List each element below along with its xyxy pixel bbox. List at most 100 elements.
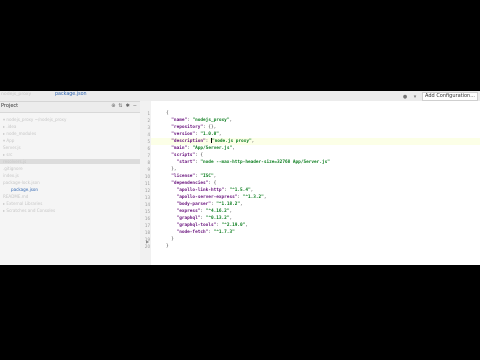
code-token: },: [166, 167, 177, 172]
line-number: 13: [144, 195, 150, 200]
code-line[interactable]: "dependencies": {: [166, 180, 216, 187]
breadcrumb-file[interactable]: package.json: [55, 92, 87, 97]
code-line[interactable]: "apollo-server-express": "^1.3.2",: [166, 194, 267, 201]
tree-item[interactable]: package-lock.json: [0, 180, 143, 185]
code-line[interactable]: "express": "^4.16.2",: [166, 208, 233, 215]
code-token: "^1.3.2": [242, 195, 264, 200]
code-line[interactable]: }: [166, 243, 169, 250]
tree-item[interactable]: ▸ src: [0, 152, 143, 157]
line-number: 4: [147, 132, 150, 137]
code-line[interactable]: "body-parser": "^1.18.2",: [166, 201, 243, 208]
line-number: 5: [147, 139, 150, 144]
tree-item[interactable]: ▸ .idea: [0, 124, 143, 129]
tree-item[interactable]: index.js: [0, 173, 143, 178]
code-token: ,: [229, 118, 233, 123]
code-token: "start": [166, 160, 196, 165]
code-token: ,: [213, 174, 217, 179]
code-token: ,: [229, 216, 233, 221]
code-token: "graphql-tools": [166, 223, 217, 228]
code-token: ,: [218, 132, 222, 137]
code-line[interactable]: "repository": {},: [166, 124, 216, 131]
code-token: "^1.18.2": [216, 202, 241, 207]
code-line[interactable]: "apollo-link-http": "^1.5.4",: [166, 187, 254, 194]
project-view-dropdown[interactable]: Project: [1, 103, 18, 109]
line-number: 10: [144, 174, 150, 179]
tree-item[interactable]: ▾ App: [0, 138, 143, 143]
code-token: "description": [166, 139, 206, 144]
code-line[interactable]: "graphql": "^0.13.2",: [166, 215, 233, 222]
code-line[interactable]: {: [166, 110, 169, 117]
tree-item[interactable]: ▸ node_modules: [0, 131, 143, 136]
code-token: "node.js proxy": [211, 139, 252, 144]
code-token: "repository": [166, 125, 204, 130]
code-token: "nodejs_proxy": [192, 118, 230, 123]
code-token: "body-parser": [166, 202, 211, 207]
code-token: ,: [245, 223, 248, 228]
code-token: "graphql": [166, 216, 201, 221]
line-number: 20: [144, 244, 150, 249]
collapse-icon[interactable]: ⇅: [118, 103, 122, 109]
tree-item[interactable]: ▾ nodejs_proxy ~/nodejs_proxy: [0, 117, 143, 122]
code-token: "App/Server.js": [192, 146, 233, 151]
breadcrumb-project[interactable]: nodejs_proxy: [1, 92, 31, 97]
code-token: "scripts": [166, 153, 196, 158]
top-right-tools: ● ▾ Add Configuration...: [402, 92, 478, 101]
line-number: 3: [147, 125, 150, 130]
code-token: "version": [166, 132, 196, 137]
code-token: "node-fetch": [166, 230, 209, 235]
code-token: }: [166, 244, 169, 249]
code-token: : {: [208, 181, 217, 186]
code-line[interactable]: "start": "node --max-http-header-size=32…: [166, 159, 330, 166]
tree-item[interactable]: Server.js: [0, 145, 143, 150]
line-number: 6: [147, 146, 150, 151]
dropdown-icon[interactable]: ▾: [412, 94, 418, 100]
line-number: 2: [147, 118, 150, 123]
add-configuration-button[interactable]: Add Configuration...: [422, 92, 478, 101]
tree-item-package-json[interactable]: package.json: [0, 187, 151, 192]
code-token: "^4.16.2": [205, 209, 230, 214]
code-token: ,: [240, 202, 243, 207]
project-tree: ▾ nodejs_proxy ~/nodejs_proxy ▸ .idea ▸ no…: [0, 113, 143, 265]
code-line[interactable]: "main": "App/Server.js",: [166, 145, 234, 152]
code-line[interactable]: "license": "ISC",: [166, 173, 216, 180]
line-number: 7: [147, 153, 150, 158]
code-token: ,: [263, 195, 267, 200]
tree-item[interactable]: README.md: [0, 194, 143, 199]
code-token: "apollo-server-express": [166, 195, 238, 200]
code-token: : {: [195, 153, 204, 158]
code-token: "^0.13.2": [205, 216, 230, 221]
locate-icon[interactable]: ⊕: [111, 103, 115, 109]
code-line[interactable]: }: [166, 236, 174, 243]
code-token: ,: [250, 188, 254, 193]
line-number: 1: [147, 111, 150, 116]
code-token: "main": [166, 146, 188, 151]
code-line[interactable]: "version": "1.0.0",: [166, 131, 222, 138]
user-icon[interactable]: ●: [402, 94, 408, 100]
code-token: "apollo-link-http": [166, 188, 225, 193]
code-line[interactable]: "graphql-tools": "^2.19.0",: [166, 222, 248, 229]
code-token: "license": [166, 174, 196, 179]
code-line[interactable]: "description": "node.js proxy",: [166, 138, 254, 145]
line-number: 15: [144, 209, 150, 214]
tree-item[interactable]: resolvers.js: [0, 159, 143, 164]
line-number: 18: [144, 230, 150, 235]
code-token: "^1.5.4": [229, 188, 251, 193]
code-line[interactable]: "node-fetch": "^1.7.3": [166, 229, 235, 236]
tree-item[interactable]: ▸ External Libraries: [0, 201, 143, 206]
code-line[interactable]: "scripts": {: [166, 152, 203, 159]
code-line[interactable]: },: [166, 166, 177, 173]
tree-item[interactable]: ▸ Scratches and Consoles: [0, 208, 143, 213]
hide-icon[interactable]: −: [133, 103, 137, 109]
project-tool-header: Project ⊕ ⇅ ✱ −: [0, 102, 140, 113]
code-token: "express": [166, 209, 201, 214]
line-number: 17: [144, 223, 150, 228]
run-gutter-icon[interactable]: ▶: [146, 239, 149, 244]
settings-icon[interactable]: ✱: [126, 103, 130, 109]
code-line[interactable]: "name": "nodejs_proxy",: [166, 117, 232, 124]
code-token: {: [166, 111, 169, 116]
tree-item[interactable]: .gitignore: [0, 166, 143, 171]
code-token: "dependencies": [166, 181, 209, 186]
code-token: "1.0.0": [200, 132, 219, 137]
code-token: "node --max-http-header-size=32768 App/S…: [200, 160, 330, 165]
line-number: 14: [144, 202, 150, 207]
